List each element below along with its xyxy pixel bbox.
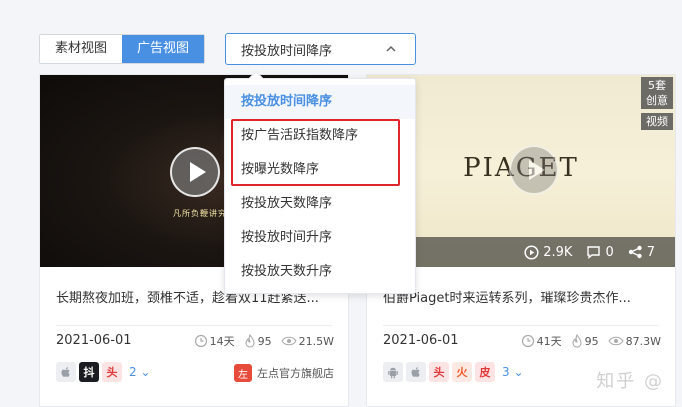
eye-icon [607, 336, 624, 346]
chevron-up-icon [386, 45, 396, 52]
views-metric: 21.5W [280, 334, 334, 348]
play-count-stat: 2.9K [524, 245, 572, 260]
douyin-icon: 抖 [79, 362, 99, 382]
sort-option-days-asc[interactable]: 按投放天数升序 [225, 255, 415, 289]
toutiao-icon: 头 [102, 362, 122, 382]
heat-value: 95 [584, 334, 599, 348]
heat-metric: 95 [571, 334, 599, 348]
comment-stat: 0 [586, 244, 614, 260]
share-stat: 7 [628, 245, 655, 260]
huoshan-icon: 火 [452, 362, 472, 382]
sort-option-exposure-desc[interactable]: 按曝光数降序 [225, 153, 415, 187]
days-metric: 41天 [521, 333, 562, 349]
apple-icon [56, 362, 76, 382]
eye-icon [280, 336, 297, 346]
flame-icon [572, 334, 582, 348]
days-metric: 14天 [194, 333, 235, 349]
days-value: 14天 [209, 335, 235, 348]
sort-option-days-desc[interactable]: 按投放天数降序 [225, 187, 415, 221]
sort-select[interactable]: 按投放时间降序 [225, 33, 416, 65]
platform-list: 抖 头 2 ⌄ [56, 362, 151, 382]
views-value: 87.3W [625, 334, 661, 348]
sort-options: 按投放时间降序 按广告活跃指数降序 按曝光数降序 按投放天数降序 按投放时间升序… [225, 79, 415, 289]
toutiao-icon: 头 [429, 362, 449, 382]
platform-list: 头 火 皮 3 ⌄ [383, 362, 524, 382]
heat-metric: 95 [244, 334, 272, 348]
card-metrics: 41天 95 87.3W [521, 333, 661, 349]
heat-value: 95 [257, 334, 272, 348]
play-icon[interactable] [509, 145, 559, 195]
watermark: 知乎 @ [596, 371, 664, 392]
sort-option-activity-desc[interactable]: 按广告活跃指数降序 [225, 119, 415, 153]
divider [56, 325, 332, 326]
video-badge: 视频 [641, 113, 673, 130]
share-count: 7 [646, 244, 655, 260]
card-date: 2021-06-01 [56, 333, 132, 348]
views-metric: 87.3W [607, 334, 661, 348]
more-platforms-toggle[interactable]: 2 ⌄ [129, 365, 151, 379]
card-title[interactable]: 伯爵Piaget时来运转系列，璀璨珍贵杰作... [383, 287, 661, 306]
more-platforms-toggle[interactable]: 3 ⌄ [502, 365, 524, 379]
sort-select-value: 按投放时间降序 [241, 43, 333, 59]
store-name: 左点官方旗舰店 [257, 367, 334, 380]
card-date: 2021-06-01 [383, 333, 459, 348]
play-circle-icon [524, 244, 539, 260]
comment-icon [587, 246, 601, 259]
views-value: 21.5W [298, 334, 334, 348]
apple-icon [406, 362, 426, 382]
view-toggle: 素材视图 广告视图 [39, 34, 206, 64]
pipixia-icon: 皮 [475, 362, 495, 382]
flame-icon [245, 334, 255, 348]
creative-sets-badge: 5套 创意 [641, 77, 673, 109]
more-count: 3 [502, 365, 510, 379]
video-subtitle: 凡所负鞭讲究 [173, 209, 227, 218]
tab-material-view[interactable]: 素材视图 [40, 35, 122, 63]
card-metrics: 14天 95 21.5W [194, 333, 334, 349]
clock-icon [521, 334, 534, 348]
play-icon[interactable] [170, 147, 220, 197]
tab-ad-view[interactable]: 广告视图 [122, 35, 205, 63]
divider [383, 325, 659, 326]
store-info[interactable]: 左 左点官方旗舰店 [234, 364, 334, 382]
sort-option-time-asc[interactable]: 按投放时间升序 [225, 221, 415, 255]
play-count: 2.9K [543, 244, 573, 260]
days-value: 41天 [536, 335, 562, 348]
store-logo: 左 [234, 364, 252, 382]
android-icon [383, 362, 403, 382]
clock-icon [194, 334, 207, 348]
comment-count: 0 [605, 244, 614, 260]
sort-option-time-desc[interactable]: 按投放时间降序 [225, 85, 415, 119]
more-count: 2 [129, 365, 137, 379]
share-icon [628, 245, 642, 259]
sort-dropdown-menu: 按投放时间降序 按广告活跃指数降序 按曝光数降序 按投放天数降序 按投放时间升序… [224, 70, 416, 294]
